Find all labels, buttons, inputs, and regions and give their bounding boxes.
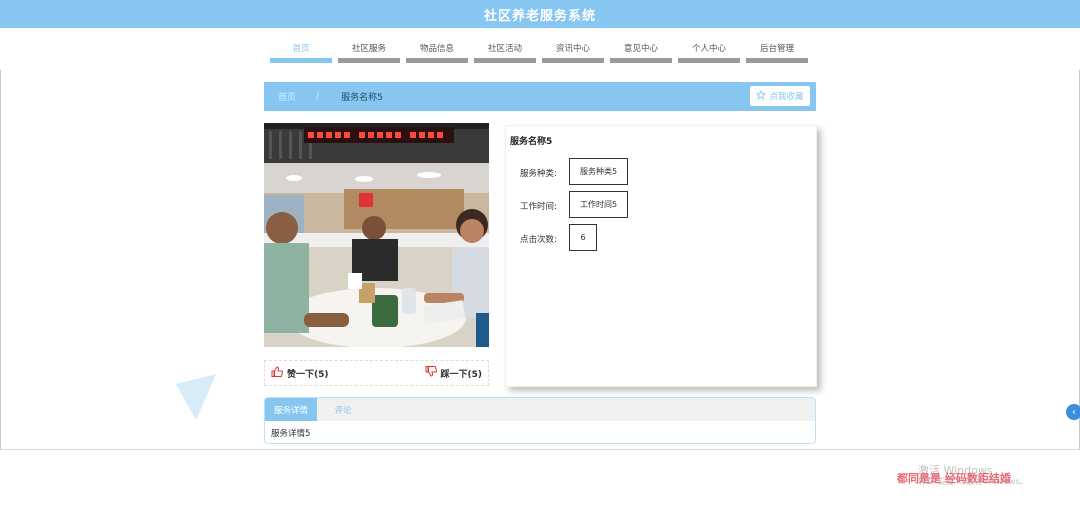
click-count-label: 点击次数:: [520, 235, 557, 245]
vote-bar: 赞一下(5) 踩一下(5): [264, 360, 489, 386]
service-info-card: 服务名称5 服务种类: 服务种类5 工作时间: 工作时间5 点击次数: 6: [505, 125, 817, 387]
nav-item-home[interactable]: 首页: [270, 38, 332, 63]
tab-header: 服务详情 评论: [265, 398, 815, 421]
decorative-triangle: [176, 374, 216, 420]
dislike-button[interactable]: 踩一下(5): [425, 366, 483, 380]
service-type-value: 服务种类5: [569, 158, 629, 185]
tab-comments[interactable]: 评论: [317, 398, 369, 421]
top-header-bar: 社区养老服务系统: [0, 0, 1080, 28]
nav-item-feedback-center[interactable]: 意见中心: [610, 38, 672, 63]
side-toggle-button[interactable]: ‹: [1066, 404, 1080, 420]
frame-left-border: [0, 70, 1, 450]
like-label: 赞一下(5): [287, 369, 329, 380]
tab-content: 服务详情5: [271, 429, 311, 439]
dislike-label: 踩一下(5): [440, 369, 483, 380]
favorite-button-label: 点我收藏: [769, 92, 804, 102]
breadcrumb-home-link[interactable]: 首页: [278, 90, 296, 103]
nav-item-admin[interactable]: 后台管理: [746, 38, 808, 63]
nav-item-personal-center[interactable]: 个人中心: [678, 38, 740, 63]
breadcrumb-current: 服务名称5: [341, 93, 383, 103]
thumbs-up-icon: [271, 366, 284, 380]
breadcrumb-separator: /: [316, 91, 320, 102]
work-time-value: 工作时间5: [569, 191, 629, 218]
star-outline-icon: [756, 89, 767, 103]
work-time-label: 工作时间:: [520, 202, 557, 212]
click-count-value: 6: [569, 224, 597, 251]
service-name: 服务名称5: [510, 137, 553, 147]
red-overlay-stamp: 都同是是 经码数距结婚: [897, 472, 1011, 485]
thumbs-down-icon: [425, 366, 437, 380]
service-photo: [264, 123, 489, 347]
favorite-button[interactable]: 点我收藏: [750, 86, 810, 106]
app-title: 社区养老服务系统: [483, 8, 596, 24]
nav-item-community-activity[interactable]: 社区活动: [474, 38, 536, 63]
breadcrumb: 首页 / 服务名称5 点我收藏: [264, 82, 816, 111]
frame-bottom-border: [0, 449, 1080, 450]
chevron-left-icon: ‹: [1072, 406, 1076, 418]
nav-item-news-center[interactable]: 资讯中心: [542, 38, 604, 63]
nav-item-community-service[interactable]: 社区服务: [338, 38, 400, 63]
main-nav: 首页 社区服务 物品信息 社区活动 资讯中心 意见中心 个人中心 后台管理: [270, 38, 808, 63]
nav-item-goods-info[interactable]: 物品信息: [406, 38, 468, 63]
service-type-label: 服务种类:: [520, 169, 557, 179]
like-button[interactable]: 赞一下(5): [271, 366, 329, 380]
tab-service-detail[interactable]: 服务详情: [265, 398, 317, 421]
detail-tabs: 服务详情 评论 服务详情5: [264, 397, 816, 444]
